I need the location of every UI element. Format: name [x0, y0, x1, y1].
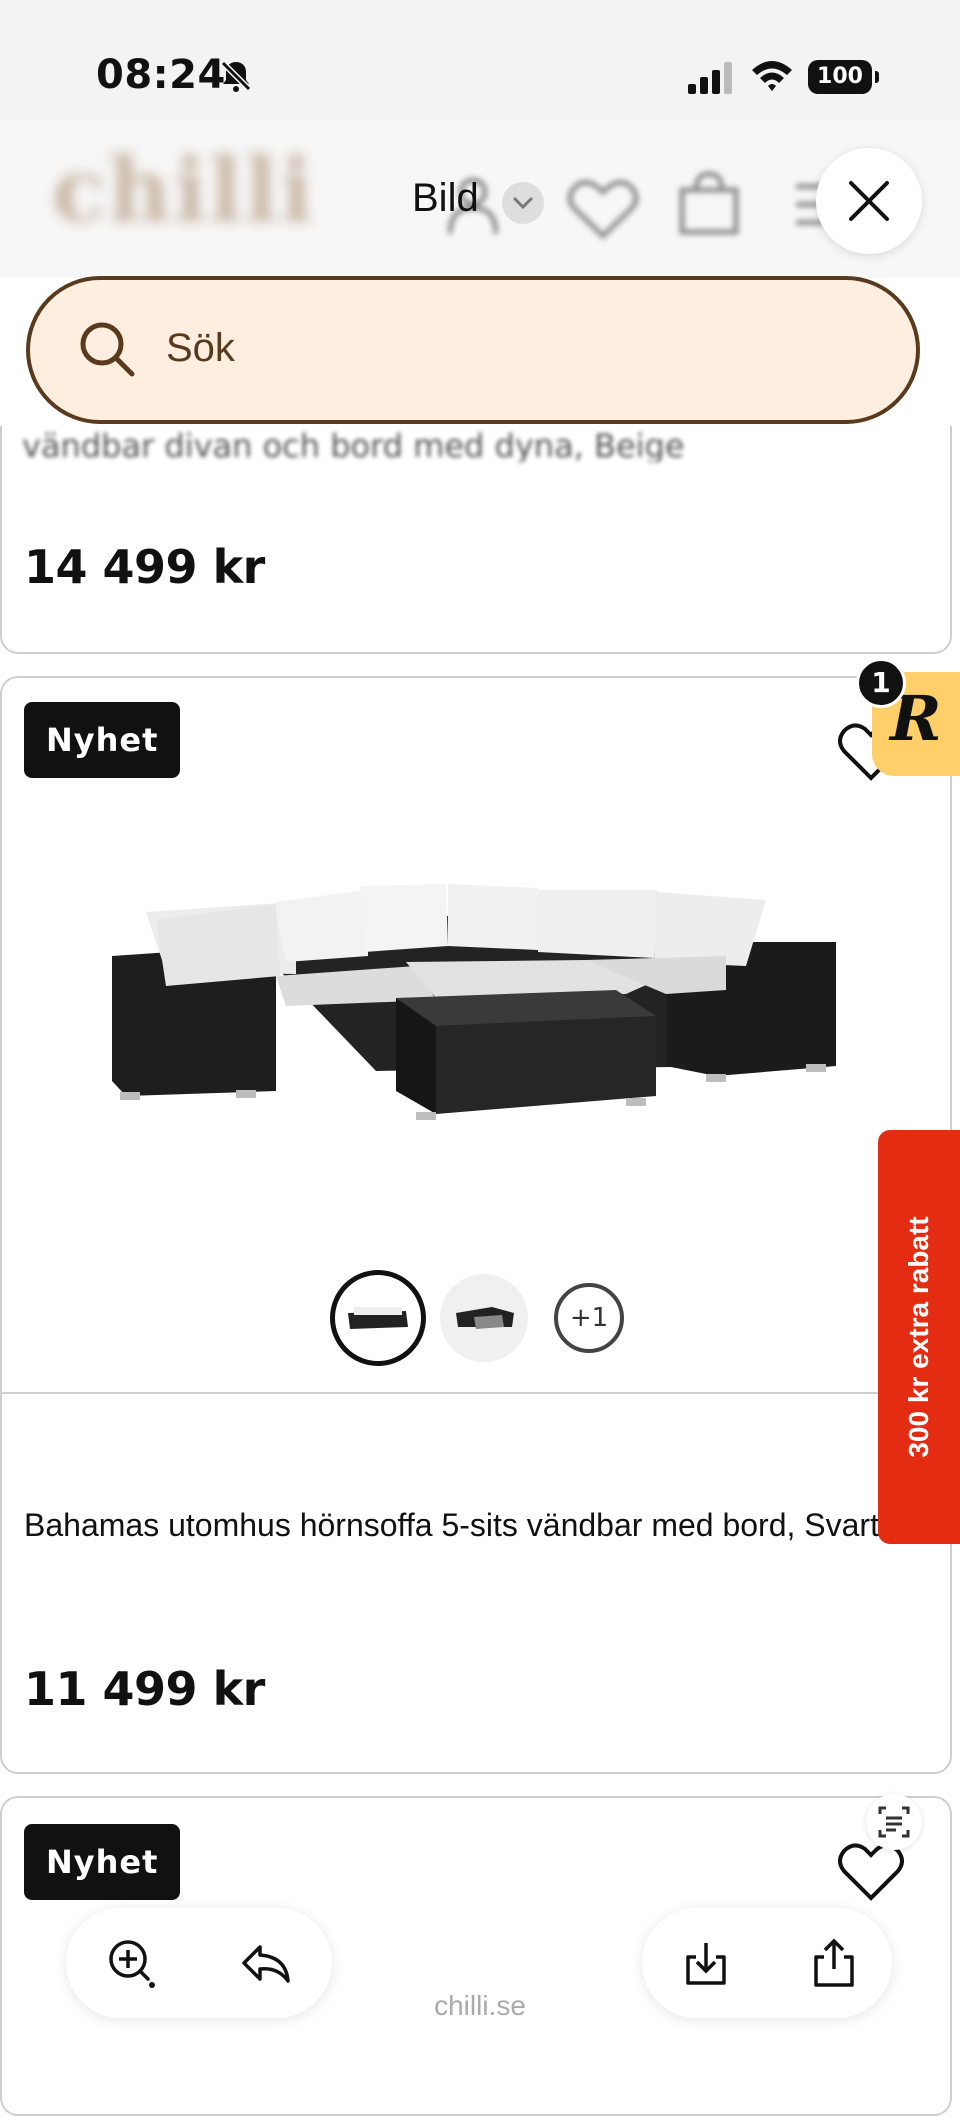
- new-badge: Nyhet: [24, 1824, 181, 1900]
- heart-icon: [567, 180, 639, 240]
- divider: [0, 1392, 952, 1394]
- view-mode-label[interactable]: Bild: [412, 176, 479, 221]
- wifi-icon: [752, 61, 792, 91]
- reply-icon[interactable]: [238, 1935, 294, 1991]
- site-domain: chilli.se: [434, 1990, 526, 2021]
- thumbnail-2[interactable]: [440, 1274, 528, 1362]
- chevron-down-icon[interactable]: [502, 182, 544, 224]
- bag-icon: [679, 171, 739, 235]
- promo-label: 300 kr extra rabatt: [903, 1216, 934, 1458]
- rewards-count-badge: 1: [856, 658, 906, 708]
- download-icon[interactable]: [678, 1935, 734, 1991]
- product-title[interactable]: vändbar divan och bord med dyna, Beige: [22, 430, 922, 462]
- status-time: 08:24: [96, 52, 226, 98]
- promo-side-tab[interactable]: 300 kr extra rabatt: [878, 1130, 960, 1544]
- close-button[interactable]: [816, 148, 922, 254]
- search-bar[interactable]: Sök: [26, 276, 920, 424]
- product-price: 11 499 kr: [24, 1662, 265, 1716]
- thumbnail-1[interactable]: [330, 1270, 426, 1366]
- more-images-button[interactable]: +1: [554, 1283, 624, 1353]
- status-bar: 08:24 100: [0, 0, 960, 120]
- zoom-in-icon[interactable]: [104, 1935, 160, 1991]
- search-input[interactable]: Sök: [166, 326, 235, 371]
- share-icon[interactable]: [806, 1935, 862, 1991]
- product-title[interactable]: Bahamas utomhus hörnsoffa 5-sits vändbar…: [24, 1504, 884, 1546]
- close-icon: [849, 181, 889, 221]
- bell-muted-icon: [219, 59, 253, 93]
- battery-indicator: 100: [808, 60, 879, 94]
- live-text-icon[interactable]: [866, 1794, 922, 1850]
- image-thumbnails: +1: [330, 1270, 624, 1366]
- product-price: 14 499 kr: [24, 540, 265, 594]
- product-card[interactable]: [0, 676, 952, 1774]
- signal-icon: [688, 62, 732, 94]
- product-image[interactable]: [106, 876, 846, 1126]
- new-badge: Nyhet: [24, 702, 181, 778]
- search-icon: [80, 322, 135, 377]
- site-logo: chilli: [52, 138, 316, 242]
